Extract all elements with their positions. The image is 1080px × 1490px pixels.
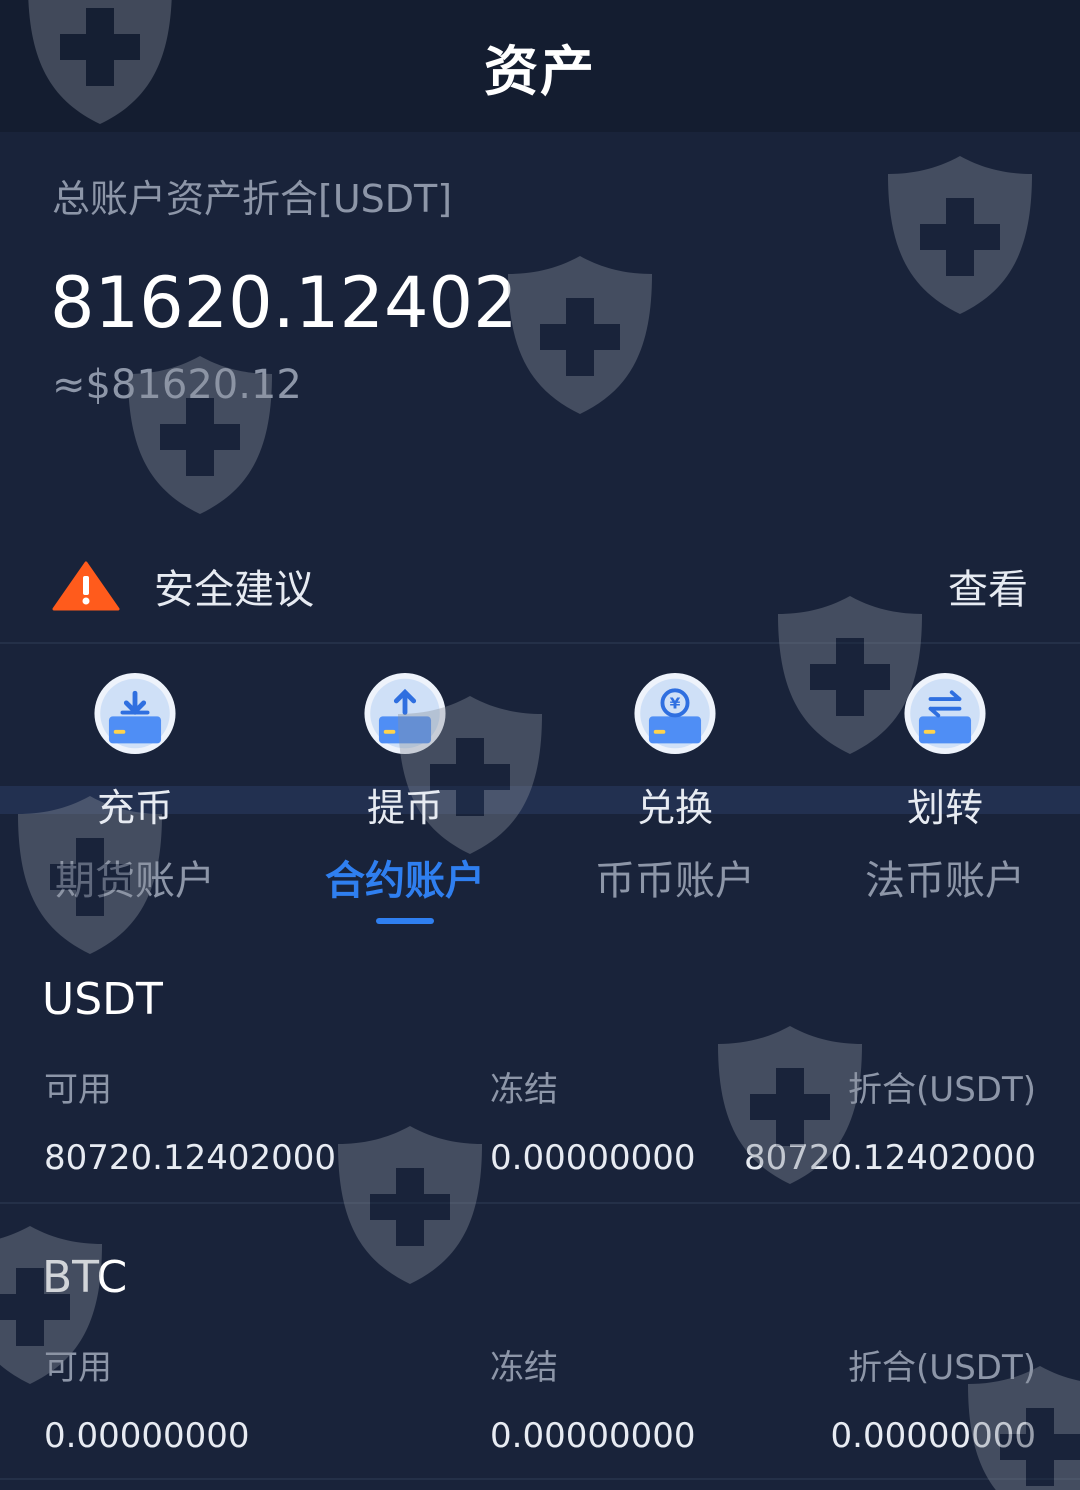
deposit-icon — [94, 672, 176, 755]
row-divider — [0, 1478, 1080, 1480]
withdraw-icon — [364, 672, 446, 755]
app-header: 资产 — [0, 0, 1080, 132]
page-title: 资产 — [484, 39, 596, 103]
tab-fiat-account[interactable]: 法币账户 — [810, 838, 1080, 934]
transfer-icon — [904, 672, 986, 755]
svg-text:¥: ¥ — [670, 695, 681, 713]
security-view-link[interactable]: 查看 — [948, 557, 1028, 615]
asset-item-usdt[interactable]: USDT 可用 冻结 折合(USDT) 80720.12402000 0.000… — [0, 960, 1080, 1202]
exchange-label: 兑换 — [636, 786, 713, 830]
available-value: 0.00000000 — [44, 1416, 250, 1456]
asset-item-btc[interactable]: BTC 可用 冻结 折合(USDT) 0.00000000 0.00000000… — [0, 1238, 1080, 1478]
available-label: 可用 — [44, 1348, 112, 1388]
total-balance-value: 81620.12402 — [50, 262, 518, 344]
total-balance-label: 总账户资产折合[USDT] — [52, 177, 453, 221]
tab-contract-account-label: 合约账户 — [325, 858, 485, 904]
shield-plus-icon — [508, 256, 652, 414]
fiat-balance-value: ≈$81620.12 — [52, 362, 302, 408]
deposit-label: 充币 — [96, 786, 173, 830]
available-value: 80720.12402000 — [44, 1138, 337, 1178]
asset-name: USDT — [42, 974, 163, 1025]
row-divider — [0, 1202, 1080, 1204]
quick-actions: 充币 提币 ¥ 兑换 划转 — [0, 672, 1080, 832]
frozen-label: 冻结 — [490, 1070, 558, 1110]
section-divider — [0, 642, 1080, 644]
withdraw-label: 提币 — [366, 786, 443, 830]
transfer-button[interactable]: 划转 — [810, 672, 1080, 832]
exchange-button[interactable]: ¥ 兑换 — [540, 672, 810, 832]
exchange-icon: ¥ — [634, 672, 716, 755]
asset-name: BTC — [42, 1252, 128, 1303]
security-advice-label: 安全建议 — [154, 567, 314, 613]
converted-value: 0.00000000 — [830, 1416, 1037, 1456]
available-label: 可用 — [44, 1070, 112, 1110]
frozen-value: 0.00000000 — [490, 1416, 696, 1456]
frozen-label: 冻结 — [490, 1348, 558, 1388]
converted-label: 折合(USDT) — [848, 1070, 1036, 1110]
transfer-label: 划转 — [906, 786, 983, 830]
tab-futures-account[interactable]: 期货账户 — [0, 838, 270, 934]
shield-plus-icon — [888, 156, 1032, 314]
converted-value: 80720.12402000 — [743, 1138, 1036, 1178]
withdraw-button[interactable]: 提币 — [270, 672, 540, 832]
warning-icon — [52, 561, 120, 611]
frozen-value: 0.00000000 — [490, 1138, 696, 1178]
tab-spot-account[interactable]: 币币账户 — [540, 838, 810, 934]
security-advice-row[interactable]: 安全建议 查看 — [0, 530, 1080, 642]
active-tab-indicator — [376, 918, 434, 924]
account-tabs: 期货账户 合约账户 币币账户 法币账户 — [0, 838, 1080, 934]
converted-label: 折合(USDT) — [848, 1348, 1036, 1388]
deposit-button[interactable]: 充币 — [0, 672, 270, 832]
tab-contract-account[interactable]: 合约账户 — [270, 838, 540, 934]
